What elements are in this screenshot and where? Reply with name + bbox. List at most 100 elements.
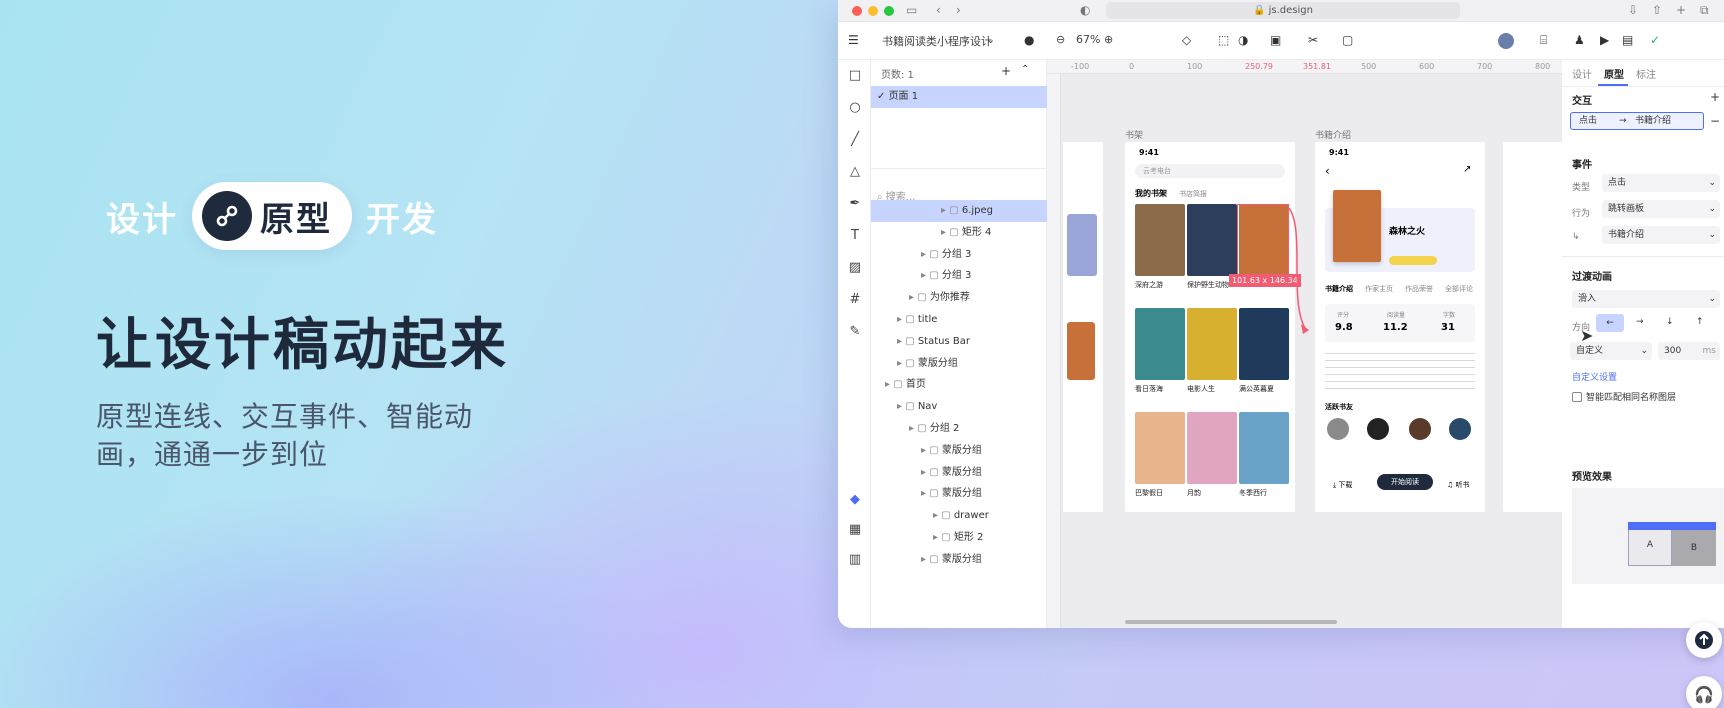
zoom-in-icon[interactable]: ⊕ [1104, 33, 1113, 46]
tab-prototype[interactable]: 原型 [1604, 66, 1624, 81]
layer-row[interactable]: ▸ ▢ drawer [871, 505, 989, 527]
ellipse-tool-icon[interactable]: ○ [847, 100, 863, 116]
layer-row[interactable]: ▸ ▢ 分组 2 [871, 418, 959, 440]
zoom-level[interactable]: 67% [1076, 33, 1100, 46]
new-tab-icon[interactable]: + [1676, 3, 1686, 17]
assets-icon[interactable]: ▦ [847, 522, 863, 538]
sidebar-toggle-icon[interactable]: ▭ [906, 3, 917, 17]
layer-row[interactable]: ▸ ▢ 蒙版分组 [871, 483, 982, 505]
library-icon[interactable]: ▥ [847, 552, 863, 568]
component-icon[interactable]: ◇ [1182, 33, 1191, 47]
layer-row[interactable]: ▸ ▢ 为你推荐 [871, 287, 970, 309]
layer-row[interactable]: ▸ ▢ Nav [871, 396, 937, 418]
share-user-icon[interactable]: ♟ [1574, 33, 1585, 47]
layer-row[interactable]: ▸ ▢ 首页 [871, 374, 926, 396]
shelf-search[interactable]: 云考电台 [1135, 164, 1285, 178]
horizontal-scrollbar[interactable] [1125, 620, 1337, 624]
smart-match-checkbox[interactable] [1572, 392, 1582, 402]
layer-row[interactable]: ▸ ▢ 蒙版分组 [871, 549, 982, 571]
frame-intro[interactable]: 9:41 ‹ ↗ 森林之火 书籍介绍 作家主页 作品荣誉 全部评论 评分 9.8… [1315, 142, 1485, 512]
layer-row[interactable]: ▸ ▢ 分组 3 [871, 244, 971, 266]
book-cover[interactable] [1239, 308, 1289, 380]
book-cover[interactable] [1135, 204, 1185, 276]
download-button[interactable]: ⤓ 下载 [1333, 480, 1352, 490]
back-arrow-icon[interactable]: ‹ [1325, 164, 1330, 178]
frame-partial[interactable] [1063, 142, 1103, 512]
download-icon[interactable]: ⇩ [1628, 3, 1638, 17]
url-bar[interactable]: 🔒 js.design [1106, 2, 1460, 19]
plugin-icon[interactable]: ▢ [1342, 33, 1353, 47]
interaction-item[interactable]: 点击 → 书籍介绍 [1570, 112, 1704, 130]
add-page-icon[interactable]: + [1001, 64, 1011, 78]
cut-icon[interactable]: ✂ [1308, 33, 1318, 47]
frame-shelf[interactable]: 9:41 云考电台 我的书架 书店简报 深府之游保护野生动物FIRE看日落海电影… [1125, 142, 1301, 512]
chevron-down-icon[interactable]: ⌄ [986, 33, 995, 46]
direction-left-button[interactable]: ← [1596, 314, 1624, 332]
close-button[interactable] [852, 6, 862, 16]
easing-select[interactable]: 自定义 ⌄ [1570, 342, 1652, 360]
layer-row[interactable]: ▸ ▢ 蒙版分组 [871, 440, 982, 462]
external-icon[interactable]: ↗ [1463, 164, 1471, 175]
transition-select[interactable]: 滑入 ⌄ [1572, 290, 1720, 308]
remove-interaction-icon[interactable]: − [1710, 114, 1720, 128]
brush-tool-icon[interactable]: ✎ [847, 324, 863, 340]
book-cover[interactable] [1135, 412, 1185, 484]
text-tool-icon[interactable]: T [847, 228, 863, 244]
scroll-top-button[interactable] [1686, 622, 1722, 658]
intro-tab-1[interactable]: 书籍介绍 [1325, 284, 1353, 294]
prototype-link-icon[interactable] [1283, 200, 1313, 340]
book-cover[interactable] [1187, 204, 1237, 276]
type-select[interactable]: 点击 ⌄ [1602, 174, 1720, 192]
minimize-button[interactable] [868, 6, 878, 16]
pen-tool-icon[interactable]: ✒ [847, 196, 863, 212]
line-tool-icon[interactable]: ╱ [847, 132, 863, 148]
layer-row[interactable]: ▸ ▢ 蒙版分组 [871, 353, 958, 375]
intro-tab-3[interactable]: 作品荣誉 [1405, 284, 1433, 294]
support-button[interactable]: 🎧 [1686, 676, 1722, 708]
frame-icon[interactable]: ⬚ [1218, 33, 1229, 47]
shelf-tab-2[interactable]: 书店简报 [1179, 189, 1207, 199]
direction-up-button[interactable]: ↑ [1696, 317, 1704, 327]
shelf-tab-1[interactable]: 我的书架 [1135, 188, 1167, 199]
shield-icon[interactable]: ◐ [1080, 3, 1090, 17]
layer-row[interactable]: ▸ ▢ 分组 3 [871, 265, 971, 287]
bag-icon[interactable]: ⌸ [1540, 33, 1547, 48]
design-canvas[interactable]: -100 0 100 250.79 351.81 500 600 700 800 书架 9:41… [1047, 60, 1562, 628]
selection-box[interactable] [1237, 204, 1289, 282]
rectangle-tool-icon[interactable]: □ [847, 68, 863, 84]
page-item[interactable]: ✓ 页面 1 [871, 86, 1047, 108]
layer-row[interactable]: ▸ ▢ 6.jpeg [871, 200, 1047, 222]
collapse-icon[interactable]: ⌃ [1021, 64, 1029, 75]
menu-icon[interactable]: ☰ [848, 33, 859, 47]
book-cover[interactable] [1187, 308, 1237, 380]
start-reading-button[interactable]: 开始阅读 [1377, 474, 1433, 490]
custom-settings-link[interactable]: 自定义设置 [1572, 370, 1617, 383]
book-cover[interactable] [1239, 412, 1289, 484]
action-select[interactable]: 跳转画板 ⌄ [1602, 200, 1720, 218]
layer-row[interactable]: ▸ ▢ title [871, 309, 937, 331]
back-icon[interactable]: ‹ [936, 3, 941, 17]
avatar[interactable] [1498, 33, 1514, 49]
listen-button[interactable]: ♫ 听书 [1447, 480, 1470, 490]
boolean-icon[interactable]: ◑ [1238, 33, 1248, 47]
duration-input[interactable]: 300 ms [1658, 342, 1720, 360]
play-icon[interactable]: ▶ [1600, 33, 1609, 47]
share-icon[interactable]: ⇧ [1652, 3, 1662, 17]
intro-tab-4[interactable]: 全部评论 [1445, 284, 1473, 294]
polygon-tool-icon[interactable]: △ [847, 164, 863, 180]
image-tool-icon[interactable]: ▨ [847, 260, 863, 276]
mask-icon[interactable]: ▣ [1270, 33, 1281, 47]
layers-icon[interactable]: ◆ [847, 492, 863, 508]
book-cover[interactable] [1135, 308, 1185, 380]
layer-row[interactable]: ▸ ▢ 蒙版分组 [871, 462, 982, 484]
layout-icon[interactable]: ▤ [1622, 33, 1633, 47]
forward-icon[interactable]: › [956, 3, 961, 17]
layer-row[interactable]: ▸ ▢ 矩形 2 [871, 527, 983, 549]
tab-annotate[interactable]: 标注 [1636, 66, 1656, 81]
destination-select[interactable]: 书籍介绍 ⌄ [1602, 226, 1720, 244]
book-cover[interactable] [1187, 412, 1237, 484]
tab-design[interactable]: 设计 [1572, 66, 1592, 81]
add-interaction-icon[interactable]: + [1710, 90, 1720, 104]
maximize-button[interactable] [884, 6, 894, 16]
intro-tab-2[interactable]: 作家主页 [1365, 284, 1393, 294]
